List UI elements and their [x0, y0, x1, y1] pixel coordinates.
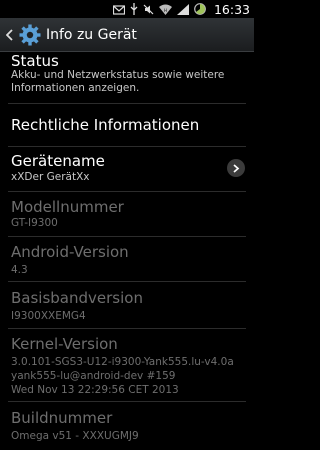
list-item-android-version: Android-Version 4.3	[0, 237, 254, 282]
android-version-value: 4.3	[11, 264, 28, 276]
kernel-line-1: 3.0.101-SGS3-U12-i9300-Yank555.lu-v4.0a	[11, 356, 234, 368]
wifi-icon: H	[158, 0, 172, 19]
battery-icon	[194, 0, 206, 19]
silent-icon	[143, 0, 154, 19]
clock: 16:33	[213, 1, 250, 17]
status-subtitle: Akku- und Netzwerkstatus sowie weitere I…	[11, 69, 225, 94]
android-version-title: Android-Version	[11, 243, 129, 261]
back-icon[interactable]	[3, 18, 16, 52]
baseband-value: I9300XXEMG4	[11, 310, 86, 322]
kernel-title: Kernel-Version	[11, 335, 118, 353]
build-title: Buildnummer	[11, 409, 113, 427]
status-title: Status	[11, 52, 59, 70]
page-title: Info zu Gerät	[46, 26, 137, 43]
status-bar: H 16:33	[0, 0, 254, 18]
model-title: Modellnummer	[11, 198, 124, 216]
action-bar: Info zu Gerät	[0, 18, 254, 52]
baseband-title: Basisbandversion	[11, 289, 143, 307]
device-name-value: xXDer GerätXx	[11, 171, 90, 183]
usb-icon	[130, 0, 138, 19]
list-item-model: Modellnummer GT-I9300	[0, 192, 254, 235]
list-item-baseband: Basisbandversion I9300XXEMG4	[0, 282, 254, 327]
list-item-status[interactable]: Status Akku- und Netzwerkstatus sowie we…	[0, 52, 254, 100]
signal-icon	[176, 0, 189, 19]
device-name-title: Gerätename	[11, 152, 105, 170]
kernel-line-2: yank555-lu@android-dev #159	[11, 370, 176, 382]
svg-text:H: H	[164, 8, 167, 13]
model-value: GT-I9300	[11, 217, 58, 229]
legal-title: Rechtliche Informationen	[11, 116, 200, 134]
kernel-line-3: Wed Nov 13 22:29:56 CET 2013	[11, 384, 179, 396]
list-item-legal[interactable]: Rechtliche Informationen	[0, 104, 254, 149]
list-item-device-name[interactable]: Gerätename xXDer GerätXx	[0, 147, 254, 190]
mail-icon	[112, 0, 126, 19]
list-item-build: Buildnummer Omega v51 - XXXUGMJ9	[0, 402, 254, 450]
chevron-right-icon[interactable]	[227, 159, 245, 177]
settings-gear-icon[interactable]	[18, 18, 42, 52]
list-item-kernel: Kernel-Version 3.0.101-SGS3-U12-i9300-Ya…	[0, 329, 254, 399]
build-value: Omega v51 - XXXUGMJ9	[11, 430, 139, 442]
